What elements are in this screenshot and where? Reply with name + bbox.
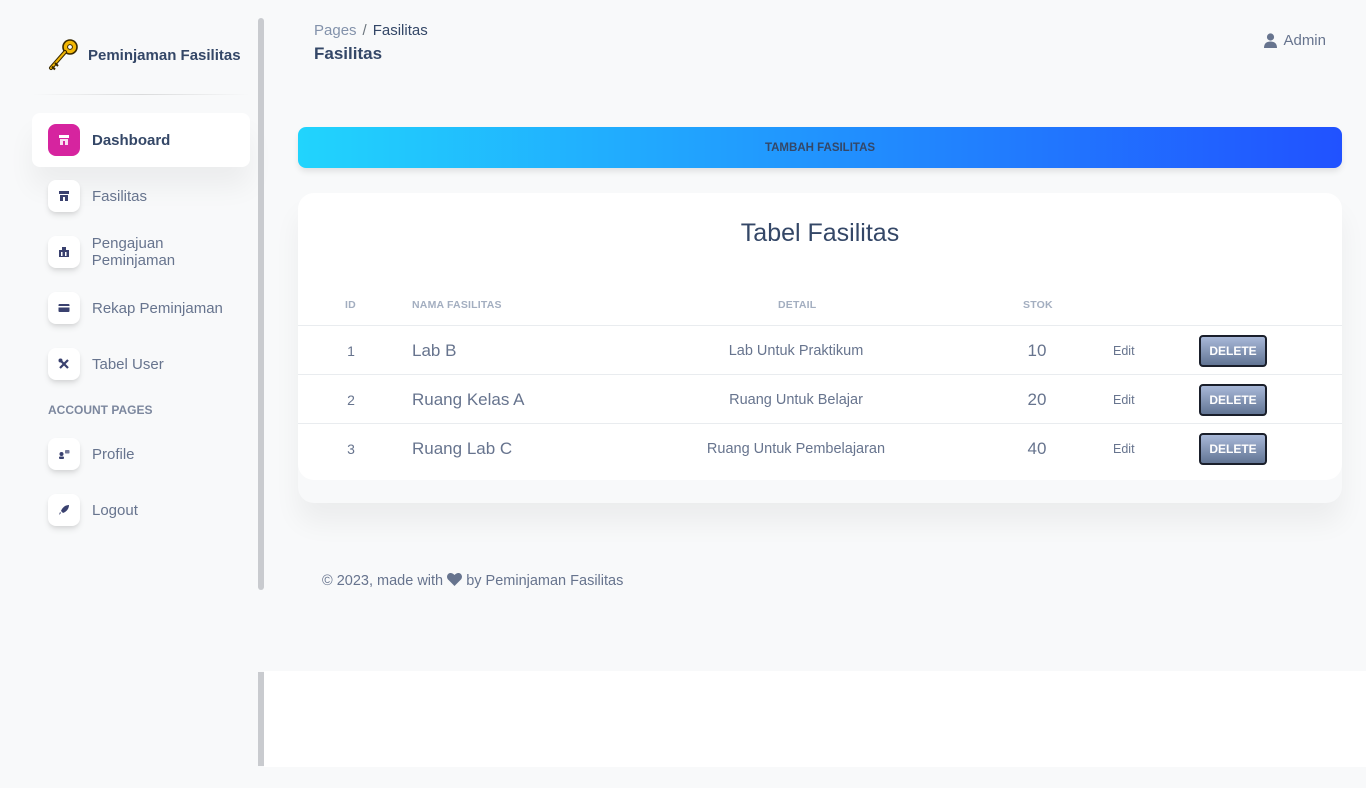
edit-link[interactable]: Edit	[1113, 424, 1135, 473]
cell-name: Ruang Lab C	[412, 438, 513, 458]
edit-link[interactable]: Edit	[1113, 326, 1135, 375]
sidebar-item-label: Tabel User	[92, 355, 164, 373]
user-menu[interactable]: Admin	[1264, 32, 1326, 49]
sidebar-item-label: Rekap Peminjaman	[92, 299, 223, 317]
user-label: Admin	[1283, 32, 1326, 49]
delete-button[interactable]: DELETE	[1199, 432, 1267, 465]
footer-suffix: by Peminjaman Fasilitas	[466, 573, 624, 589]
column-header-name: NAMA FASILITAS	[412, 299, 502, 311]
bottom-panel	[264, 671, 1366, 767]
cell-stok: 40	[1027, 438, 1047, 458]
sidebar-item-fasilitas[interactable]: Fasilitas	[32, 169, 250, 223]
cell-id: 1	[347, 342, 355, 359]
column-header-detail: DETAIL	[778, 299, 817, 311]
cell-id: 3	[347, 440, 355, 457]
cell-name: Lab B	[412, 340, 457, 360]
sidebar-item-label: Logout	[92, 501, 138, 519]
delete-cell: DELETE	[1199, 375, 1267, 424]
breadcrumb: Pages / Fasilitas	[314, 22, 428, 39]
sidebar-item-logout[interactable]: Logout	[32, 483, 250, 537]
add-facility-button[interactable]: TAMBAH FASILITAS	[298, 127, 1342, 168]
sidebar-item-dashboard[interactable]: Dashboard	[32, 113, 250, 167]
delete-button[interactable]: DELETE	[1199, 334, 1267, 367]
sidebar-nav: Dashboard Fasilitas Pengajuan Peminjaman…	[32, 113, 250, 539]
brand[interactable]: Peminjaman Fasilitas	[48, 38, 241, 72]
section-title: ACCOUNT PAGES	[48, 403, 153, 417]
table-row: 2 Ruang Kelas A Ruang Untuk Belajar 20 E…	[298, 374, 1342, 423]
edit-link[interactable]: Edit	[1113, 375, 1135, 424]
brand-name: Peminjaman Fasilitas	[88, 46, 241, 64]
table-title: Tabel Fasilitas	[740, 219, 900, 247]
table-row: 3 Ruang Lab C Ruang Untuk Pembelajaran 4…	[298, 423, 1342, 472]
shop-icon	[48, 180, 80, 212]
breadcrumb-separator: /	[362, 22, 367, 39]
sidebar-scrollbar[interactable]	[258, 18, 264, 590]
cell-detail: Ruang Untuk Pembelajaran	[706, 440, 886, 457]
cell-detail: Ruang Untuk Belajar	[729, 391, 863, 408]
cell-stok: 10	[1027, 340, 1047, 360]
table-card: Tabel Fasilitas ID NAMA FASILITAS DETAIL…	[298, 193, 1342, 503]
column-header-stok: STOK	[1023, 299, 1053, 311]
office-icon	[48, 236, 80, 268]
sidebar-item-pengajuan[interactable]: Pengajuan Peminjaman	[32, 225, 250, 279]
sidebar-item-profile[interactable]: Profile	[32, 427, 250, 481]
delete-button[interactable]: DELETE	[1199, 383, 1267, 416]
sidebar-item-label: Profile	[92, 445, 135, 463]
page-title: Fasilitas	[314, 44, 383, 63]
table-card-body: Tabel Fasilitas ID NAMA FASILITAS DETAIL…	[298, 193, 1342, 480]
delete-cell: DELETE	[1199, 326, 1267, 375]
shop-icon	[48, 124, 80, 156]
customer-support-icon	[48, 438, 80, 470]
rocket-icon	[48, 494, 80, 526]
heart-icon	[447, 573, 463, 586]
sidebar-item-tabel-user[interactable]: Tabel User	[32, 337, 250, 391]
credit-card-icon	[48, 292, 80, 324]
sidebar-item-rekap[interactable]: Rekap Peminjaman	[32, 281, 250, 335]
cell-id: 2	[347, 391, 355, 408]
breadcrumb-current: Fasilitas	[372, 22, 428, 39]
footer-prefix: © 2023, made with	[322, 573, 444, 589]
column-header-id: ID	[345, 299, 356, 311]
divider	[32, 94, 250, 95]
sidebar: Peminjaman Fasilitas Dashboard Fasilitas…	[0, 0, 258, 788]
sidebar-item-label: Fasilitas	[92, 187, 148, 205]
delete-cell: DELETE	[1199, 424, 1267, 473]
user-icon	[1264, 33, 1278, 48]
key-icon	[49, 39, 78, 71]
table-row: 1 Lab B Lab Untuk Praktikum 10 Edit DELE…	[298, 325, 1342, 374]
breadcrumb-root[interactable]: Pages	[314, 22, 357, 39]
cell-name: Ruang Kelas A	[412, 389, 525, 409]
sidebar-item-label: Pengajuan Peminjaman	[91, 235, 176, 269]
cell-stok: 20	[1027, 389, 1047, 409]
footer: © 2023, made with by Peminjaman Fasilita…	[322, 573, 623, 589]
sidebar-item-label: Dashboard	[92, 131, 171, 149]
settings-tools-icon	[48, 348, 80, 380]
cell-detail: Lab Untuk Praktikum	[728, 342, 864, 359]
